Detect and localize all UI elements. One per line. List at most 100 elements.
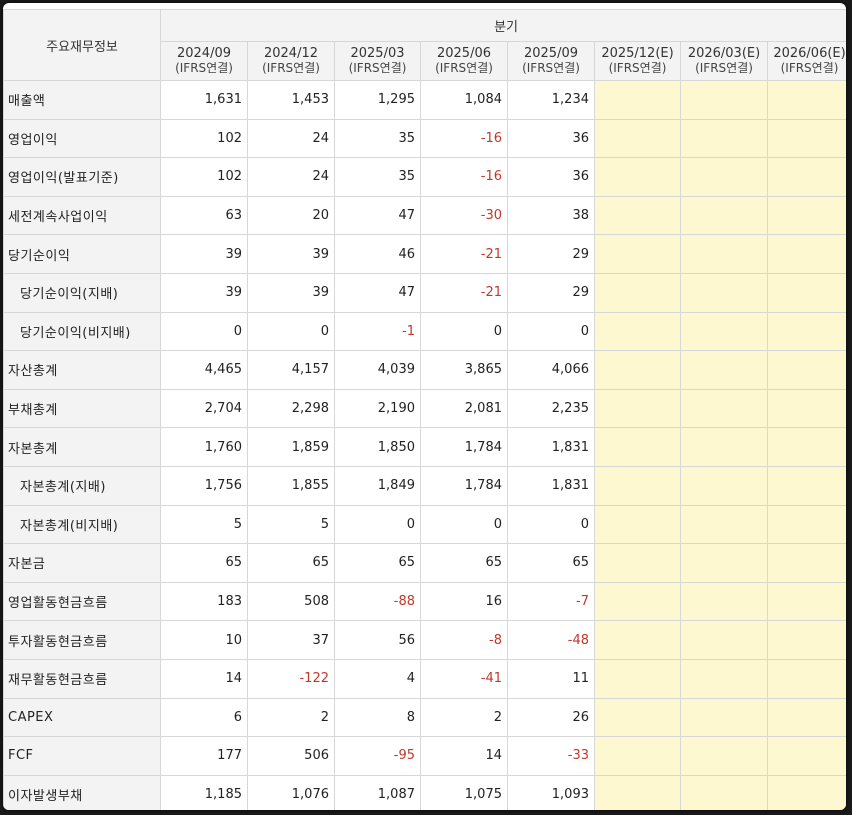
- value-cell: 2,190: [334, 388, 421, 429]
- estimate-cell: [680, 581, 768, 622]
- value-cell: 0: [507, 311, 595, 352]
- estimate-cell: [594, 118, 681, 159]
- value-cell: -33: [507, 736, 595, 776]
- value-cell: 20: [247, 195, 335, 236]
- row-label: 자본총계(비지배): [3, 504, 161, 545]
- table-row: 자본총계(비지배) 5 5 0 0 0: [3, 504, 846, 545]
- value-cell: 1,093: [507, 774, 595, 810]
- value-cell: 1,831: [507, 427, 595, 467]
- table-row: 영업활동현금흐름 183 508 -88 16 -7: [3, 581, 846, 622]
- row-label: 당기순이익(비지배): [3, 311, 161, 352]
- value-cell: 0: [420, 311, 508, 352]
- value-cell: -1: [334, 311, 421, 352]
- value-cell: 0: [420, 504, 508, 545]
- value-cell: 39: [160, 272, 248, 313]
- estimate-cell: [766, 581, 846, 622]
- period-basis: (IFRS연결): [262, 61, 320, 75]
- value-cell: 39: [247, 234, 335, 274]
- estimate-cell: [594, 736, 681, 776]
- value-cell: 35: [334, 157, 421, 197]
- value-cell: -7: [507, 581, 595, 622]
- estimate-cell: [680, 620, 768, 660]
- table-row: 재무활동현금흐름 14 -122 4 -41 11: [3, 658, 846, 699]
- period-label: 2025/12(E): [601, 46, 674, 61]
- period-label: 2026/06(E): [773, 46, 846, 61]
- value-cell: 38: [507, 195, 595, 236]
- estimate-cell: [766, 118, 846, 159]
- table-row: 자본총계(지배) 1,756 1,855 1,849 1,784 1,831: [3, 465, 846, 506]
- value-cell: -16: [420, 118, 508, 159]
- estimate-cell: [766, 736, 846, 776]
- value-cell: 2,081: [420, 388, 508, 429]
- value-cell: 4,157: [247, 350, 335, 390]
- estimate-cell: [766, 80, 846, 120]
- value-cell: 5: [160, 504, 248, 545]
- value-cell: -21: [420, 272, 508, 313]
- value-cell: 65: [247, 543, 335, 583]
- financial-summary-table: 주요재무정보 분기 2024/09 (IFRS연결) 2024/12 (IFRS연결)…: [3, 9, 846, 810]
- value-cell: -8: [420, 620, 508, 660]
- estimate-cell: [766, 774, 846, 810]
- value-cell: 1,855: [247, 465, 335, 506]
- estimate-cell: [766, 543, 846, 583]
- estimate-cell: [680, 427, 768, 467]
- value-cell: 0: [160, 311, 248, 352]
- row-label: 자본총계: [3, 427, 161, 467]
- period-basis: (IFRS연결): [695, 61, 753, 75]
- value-cell: 10: [160, 620, 248, 660]
- estimate-cell: [766, 697, 846, 738]
- value-cell: 36: [507, 118, 595, 159]
- estimate-cell: [594, 620, 681, 660]
- value-cell: 63: [160, 195, 248, 236]
- table-row: 세전계속사업이익 63 20 47 -30 38: [3, 195, 846, 236]
- value-cell: 4,465: [160, 350, 248, 390]
- period-label: 2025/09: [523, 46, 578, 61]
- value-cell: 14: [160, 658, 248, 699]
- value-cell: 6: [160, 697, 248, 738]
- estimate-cell: [594, 697, 681, 738]
- table-row: 자본총계 1,760 1,859 1,850 1,784 1,831: [3, 427, 846, 467]
- value-cell: 16: [420, 581, 508, 622]
- period-basis: (IFRS연결): [435, 61, 493, 75]
- value-cell: 29: [507, 272, 595, 313]
- estimate-cell: [680, 504, 768, 545]
- estimate-cell: [680, 195, 768, 236]
- period-basis: (IFRS연결): [780, 61, 839, 75]
- estimate-cell: [594, 658, 681, 699]
- value-cell: 1,185: [160, 774, 248, 810]
- estimate-cell: [766, 465, 846, 506]
- period-header: 2026/03(E) (IFRS연결): [680, 41, 768, 81]
- row-label: 영업이익: [3, 118, 161, 159]
- value-cell: 0: [334, 504, 421, 545]
- value-cell: 1,849: [334, 465, 421, 506]
- value-cell: 4: [334, 658, 421, 699]
- table-row: 영업이익 102 24 35 -16 36: [3, 118, 846, 159]
- estimate-cell: [594, 350, 681, 390]
- value-cell: 508: [247, 581, 335, 622]
- value-cell: 1,760: [160, 427, 248, 467]
- period-header: 2025/12(E) (IFRS연결): [594, 41, 681, 81]
- estimate-cell: [766, 350, 846, 390]
- estimate-cell: [766, 195, 846, 236]
- period-basis: (IFRS연결): [522, 61, 580, 75]
- value-cell: 1,076: [247, 774, 335, 810]
- row-label: 자본총계(지배): [3, 465, 161, 506]
- estimate-cell: [766, 658, 846, 699]
- estimate-cell: [680, 543, 768, 583]
- value-cell: 1,784: [420, 427, 508, 467]
- table-row: 자산총계 4,465 4,157 4,039 3,865 4,066: [3, 350, 846, 390]
- value-cell: 8: [334, 697, 421, 738]
- value-cell: 2,704: [160, 388, 248, 429]
- estimate-cell: [680, 272, 768, 313]
- table-row: 영업이익(발표기준) 102 24 35 -16 36: [3, 157, 846, 197]
- estimate-cell: [680, 311, 768, 352]
- estimate-cell: [594, 80, 681, 120]
- row-label: 영업이익(발표기준): [3, 157, 161, 197]
- period-label: 2024/09: [176, 46, 231, 61]
- table-row: 당기순이익(지배) 39 39 47 -21 29: [3, 272, 846, 313]
- value-cell: 65: [507, 543, 595, 583]
- table-row: 당기순이익 39 39 46 -21 29: [3, 234, 846, 274]
- value-cell: 36: [507, 157, 595, 197]
- value-cell: 29: [507, 234, 595, 274]
- table-row: 이자발생부채 1,185 1,076 1,087 1,075 1,093: [3, 774, 846, 810]
